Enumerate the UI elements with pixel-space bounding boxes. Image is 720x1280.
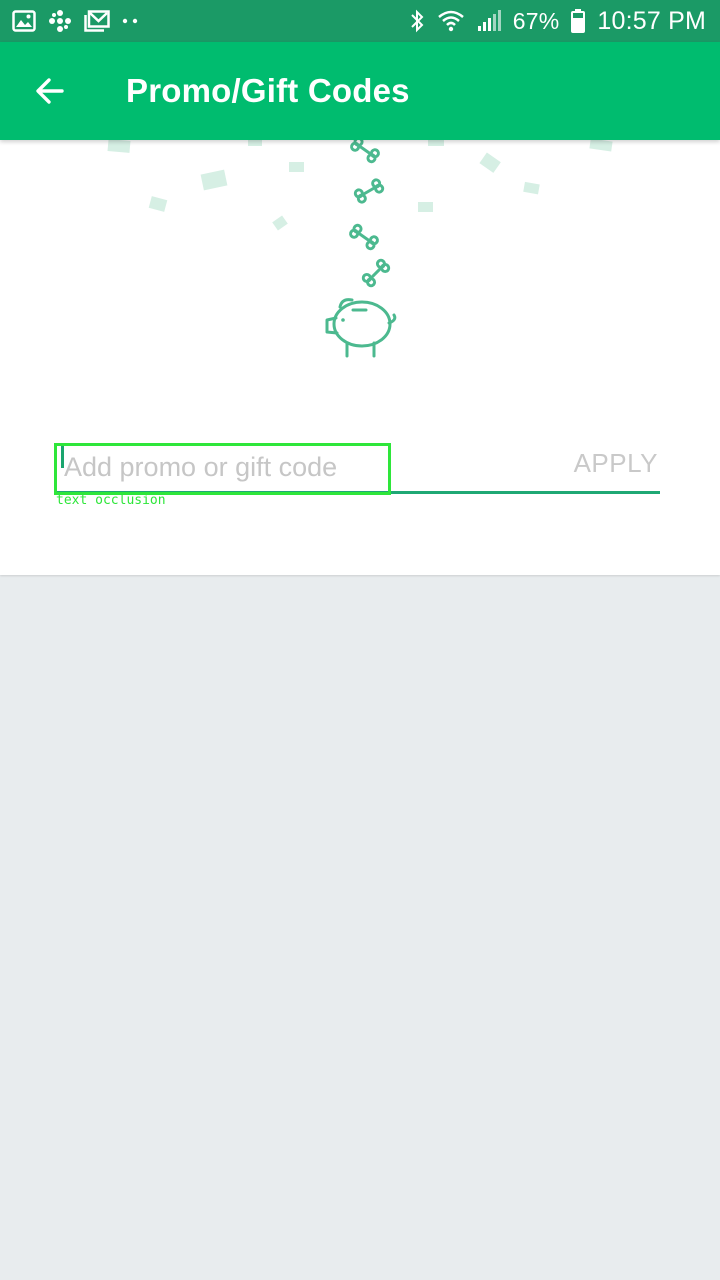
status-right-icons: 67% 10:57 PM xyxy=(409,7,706,36)
battery-percentage: 67% xyxy=(512,7,560,34)
signal-icon xyxy=(477,10,501,32)
piggy-bank-illustration xyxy=(107,140,613,358)
status-bar: 67% 10:57 PM xyxy=(0,0,720,42)
more-dots-icon xyxy=(122,17,138,25)
battery-icon xyxy=(571,9,586,33)
text-occlusion-box xyxy=(54,443,391,495)
back-button[interactable] xyxy=(14,55,86,127)
wifi-icon xyxy=(437,10,465,32)
fan-icon xyxy=(48,9,72,33)
bluetooth-icon xyxy=(409,9,425,33)
text-occlusion-label: text occlusion xyxy=(56,493,166,508)
status-time: 10:57 PM xyxy=(597,6,706,35)
page-title: Promo/Gift Codes xyxy=(126,72,410,109)
promo-card: APPLY xyxy=(0,140,720,575)
back-arrow-icon xyxy=(36,78,64,104)
bone-icon xyxy=(353,178,385,204)
confetti xyxy=(107,140,613,231)
bone-icon xyxy=(350,140,380,164)
bone-icon xyxy=(349,223,379,251)
app-bar: Promo/Gift Codes xyxy=(0,42,720,140)
apply-button[interactable]: APPLY xyxy=(574,448,658,479)
image-icon xyxy=(12,10,36,32)
mail-icon xyxy=(84,10,110,32)
status-left-icons xyxy=(12,9,138,33)
piggy-bank-icon xyxy=(325,298,397,358)
bone-icon xyxy=(361,258,391,288)
